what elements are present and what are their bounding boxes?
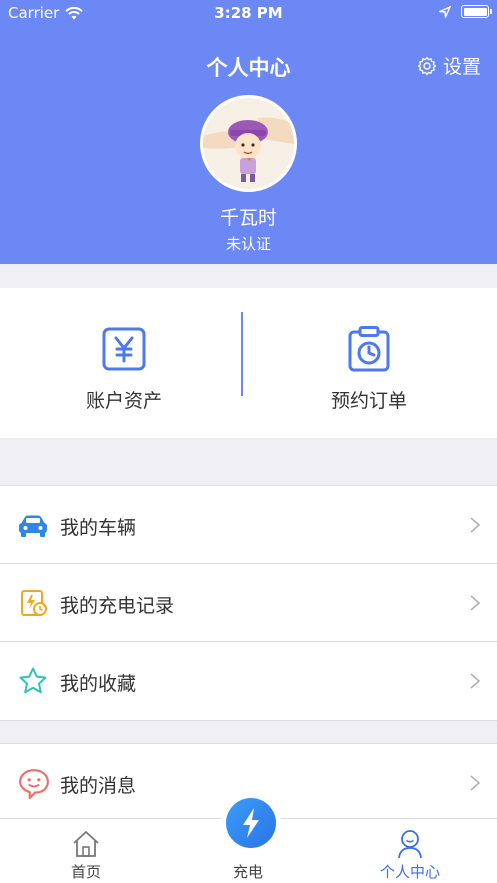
username: 千瓦时 (219, 207, 277, 229)
assets-panel: 账户资产 预约订单 (0, 288, 497, 438)
person-icon (398, 830, 422, 859)
account-assets-label: 账户资产 (85, 390, 162, 412)
menu-item-charge-records[interactable]: 我的充电记录 (0, 564, 497, 642)
menu-item-label: 我的收藏 (60, 673, 137, 695)
chevron-right-icon (470, 673, 481, 689)
settings-label: 设置 (442, 56, 481, 78)
charge-button-circle (226, 798, 276, 848)
assets-divider (241, 312, 243, 396)
booking-orders-label: 预约订单 (330, 390, 407, 412)
account-assets-item[interactable]: 账户资产 (0, 288, 248, 438)
tab-label: 充电 (232, 863, 263, 881)
menu-item-label: 我的车辆 (60, 517, 137, 539)
settings-button[interactable]: 设置 (417, 52, 481, 79)
charge-record-icon (21, 590, 47, 616)
menu-item-favorites[interactable]: 我的收藏 (0, 642, 497, 720)
tab-home[interactable]: 首页 (3, 819, 169, 883)
tab-label: 首页 (70, 863, 101, 881)
status-bar: Carrier 3:28 PM (0, 0, 497, 26)
tab-label: 个人中心 (379, 863, 440, 881)
status-time: 3:28 PM (214, 4, 283, 22)
menu-item-label: 我的充电记录 (60, 595, 175, 617)
avatar-cartoon-image (203, 98, 294, 189)
avatar[interactable] (200, 95, 297, 192)
certification-status: 未认证 (225, 235, 271, 253)
message-icon (19, 769, 49, 799)
gear-icon (417, 56, 437, 75)
charge-button[interactable] (221, 793, 281, 853)
tab-profile[interactable]: 个人中心 (327, 819, 493, 883)
star-icon (19, 667, 47, 694)
chevron-right-icon (470, 775, 481, 791)
status-right (439, 5, 492, 18)
chevron-right-icon (470, 517, 481, 533)
lightning-icon (243, 808, 259, 838)
battery-icon (461, 5, 492, 18)
menu-item-label: 我的消息 (60, 775, 137, 797)
yuan-icon (102, 327, 146, 371)
car-icon (19, 515, 47, 537)
profile-header: Carrier 3:28 PM 个人中心 设置 千瓦时 未认证 (0, 0, 497, 264)
booking-orders-item[interactable]: 预约订单 (245, 288, 493, 438)
menu-item-my-vehicles[interactable]: 我的车辆 (0, 486, 497, 564)
home-icon (73, 831, 99, 857)
location-arrow-icon (439, 5, 451, 18)
clipboard-clock-icon (348, 326, 390, 372)
menu-group-main: 我的车辆 我的充电记录 我的收藏 (0, 485, 497, 721)
chevron-right-icon (470, 595, 481, 611)
